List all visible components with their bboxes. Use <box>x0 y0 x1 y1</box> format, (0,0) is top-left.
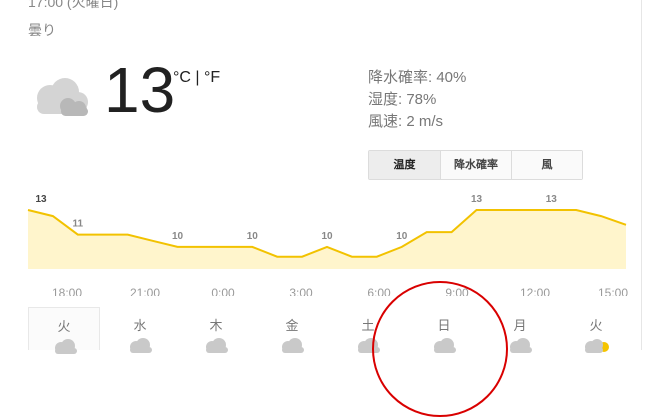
tab-temperature[interactable]: 温度 <box>369 151 441 179</box>
time-tick-label: 12:00 <box>520 286 550 296</box>
cloudy-icon <box>206 338 228 353</box>
cloudy-icon <box>510 338 532 353</box>
cloudy-icon <box>358 338 380 353</box>
time-tick-label: 9:00 <box>445 286 469 296</box>
temperature-label: 13 <box>35 194 47 205</box>
cloudy-icon <box>434 338 456 353</box>
partly-cloudy-icon <box>585 339 609 353</box>
day-name: 木 <box>209 318 223 333</box>
temperature-label: 10 <box>321 231 333 242</box>
current-temperature: 13 <box>104 54 176 126</box>
temperature-label: 13 <box>471 194 483 205</box>
time-tick-label: 3:00 <box>289 286 313 296</box>
cloudy-icon <box>37 78 88 116</box>
day-name: 火 <box>57 319 71 334</box>
tab-wind[interactable]: 風 <box>512 151 582 179</box>
day-name: 火 <box>589 318 603 333</box>
day-name: 土 <box>361 318 375 333</box>
day-name: 金 <box>285 318 299 333</box>
wind-speed: 風速: 2 m/s <box>368 113 444 130</box>
humidity: 湿度: 78% <box>368 91 437 108</box>
weather-condition: 曇り <box>28 22 56 38</box>
time-tick-label: 18:00 <box>52 286 82 296</box>
temperature-label: 10 <box>247 231 259 242</box>
unit-celsius[interactable]: °C <box>173 69 191 86</box>
day-saturday[interactable]: 土 <box>332 307 404 353</box>
tab-precipitation[interactable]: 降水確率 <box>441 151 512 179</box>
day-monday[interactable]: 月 <box>484 307 556 353</box>
time-tick-label: 0:00 <box>211 286 235 296</box>
daily-forecast: 火 水 木 金 土 日 月 火 <box>28 307 636 354</box>
weather-datetime: 17:00 (火曜日) <box>28 0 119 10</box>
time-tick-label: 15:00 <box>598 286 628 296</box>
day-name: 水 <box>133 318 147 333</box>
cloudy-icon <box>130 338 152 353</box>
day-name: 日 <box>437 318 451 333</box>
time-tick-label: 6:00 <box>367 286 391 296</box>
temperature-label: 13 <box>546 194 558 205</box>
day-tuesday-next[interactable]: 火 <box>560 307 632 353</box>
unit-toggle: °C | °F <box>173 69 220 87</box>
unit-fahrenheit[interactable]: °F <box>204 69 220 86</box>
temperature-label: 10 <box>396 231 408 242</box>
day-thursday[interactable]: 木 <box>180 307 252 353</box>
cloudy-icon <box>282 338 304 353</box>
unit-separator: | <box>190 69 204 86</box>
temperature-chart: 13 11 10 10 10 10 13 13 18:00 21:00 0:00 3:00 6:00 9:… <box>27 194 628 296</box>
chart-tabs: 温度 降水確率 風 <box>368 150 583 180</box>
day-wednesday[interactable]: 水 <box>104 307 176 353</box>
time-tick-label: 21:00 <box>130 286 160 296</box>
temperature-label: 11 <box>73 219 84 230</box>
day-sunday[interactable]: 日 <box>408 307 480 353</box>
precipitation-probability: 降水確率: 40% <box>368 69 467 86</box>
day-friday[interactable]: 金 <box>256 307 328 353</box>
day-tuesday[interactable]: 火 <box>28 307 100 354</box>
temperature-label: 10 <box>172 231 184 242</box>
cloudy-icon <box>55 339 77 354</box>
weather-details: 降水確率: 40% 湿度: 78% 風速: 2 m/s <box>368 67 466 133</box>
day-name: 月 <box>513 318 527 333</box>
